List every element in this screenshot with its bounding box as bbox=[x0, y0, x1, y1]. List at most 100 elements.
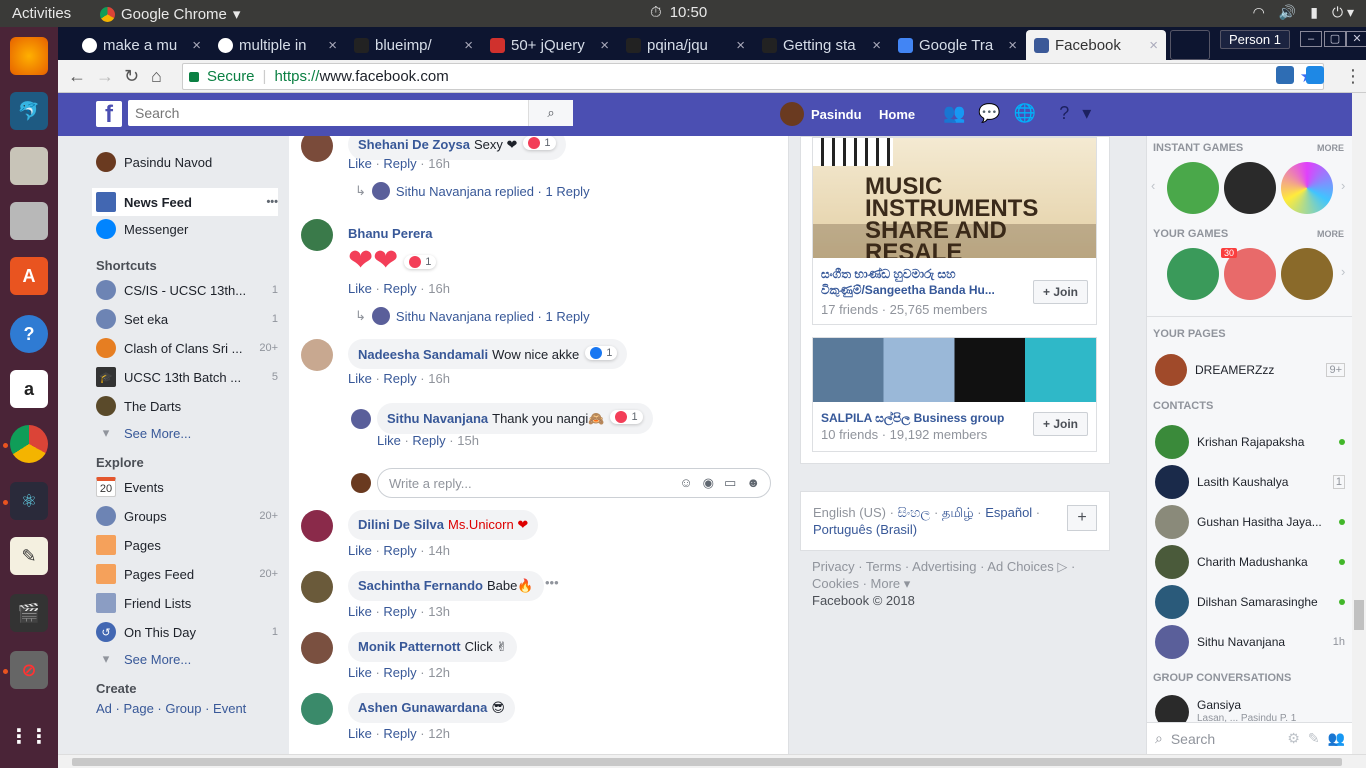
more-games-link[interactable]: MORE bbox=[1317, 143, 1344, 153]
like-link[interactable]: Like bbox=[348, 281, 372, 296]
file-manager-icon[interactable] bbox=[10, 202, 48, 240]
chevron-right-icon[interactable]: › bbox=[1341, 264, 1345, 279]
chrome-menu-icon[interactable]: ⋮ bbox=[1344, 66, 1362, 87]
group-cover-image[interactable] bbox=[813, 338, 1096, 402]
like-link[interactable]: Like bbox=[348, 726, 372, 741]
explore-item-events[interactable]: 20 Events bbox=[96, 475, 278, 499]
avatar[interactable] bbox=[301, 693, 333, 725]
facebook-logo-icon[interactable]: f bbox=[96, 101, 122, 128]
game-thumbnail[interactable] bbox=[1224, 162, 1276, 214]
explore-item-on-this-day[interactable]: ↺ On This Day 1 bbox=[96, 620, 278, 644]
group-cover-image[interactable]: MUSIC INSTRUMENTS SHARE AND RESALE bbox=[813, 138, 1096, 258]
tab[interactable]: Google Tra × bbox=[890, 30, 1025, 60]
more-games-link[interactable]: MORE bbox=[1317, 229, 1344, 239]
gif-icon[interactable]: ▭ bbox=[724, 475, 736, 491]
home-icon[interactable]: ⌂ bbox=[151, 66, 162, 87]
explore-item-friend-lists[interactable]: Friend Lists bbox=[96, 591, 278, 615]
game-thumbnail[interactable] bbox=[1281, 162, 1333, 214]
camera-icon[interactable]: ◉ bbox=[703, 475, 714, 491]
avatar[interactable] bbox=[351, 409, 371, 429]
create-group-icon[interactable]: 👥 bbox=[1328, 730, 1345, 747]
notifications-globe-icon[interactable]: 🌐 bbox=[1014, 103, 1036, 124]
commenter-name[interactable]: Shehani De Zoysa bbox=[358, 137, 470, 152]
explore-item-pages-feed[interactable]: Pages Feed 20+ bbox=[96, 562, 278, 586]
gear-icon[interactable]: ⚙ bbox=[1287, 730, 1300, 747]
activities-button[interactable]: Activities bbox=[12, 5, 71, 22]
tab-facebook[interactable]: Facebook × bbox=[1026, 30, 1166, 60]
see-more-explore[interactable]: ▾ See More... bbox=[96, 647, 278, 671]
tab[interactable]: make a mu × bbox=[74, 30, 209, 60]
shortcut-item[interactable]: Clash of Clans Sri ... 20+ bbox=[96, 336, 278, 360]
explore-item-groups[interactable]: Groups 20+ bbox=[96, 504, 278, 528]
reply-link[interactable]: Reply bbox=[383, 543, 416, 558]
view-replies-link[interactable]: ↳ Sithu Navanjana replied · 1 Reply bbox=[355, 307, 590, 325]
sidebar-item-profile[interactable]: Pasindu Navod bbox=[96, 150, 278, 174]
reply-link[interactable]: Reply bbox=[383, 156, 416, 171]
contact-item[interactable]: Charith Madushanka bbox=[1155, 544, 1345, 580]
sticker-icon[interactable]: ☻ bbox=[746, 475, 760, 491]
system-tray[interactable]: ◠ 🔊 ▮ ⏻ ▾ bbox=[1253, 4, 1354, 21]
reply-input[interactable]: Write a reply... ☺ ◉ ▭ ☻ bbox=[377, 468, 771, 498]
scrollbar-thumb[interactable] bbox=[72, 758, 1342, 766]
commenter-name[interactable]: Sithu Navanjana bbox=[387, 411, 488, 426]
forward-icon[interactable]: → bbox=[96, 66, 114, 87]
emoji-icon[interactable]: ☺ bbox=[679, 475, 692, 491]
language-link[interactable]: සිංහල bbox=[898, 505, 931, 520]
reply-link[interactable]: Reply bbox=[383, 665, 416, 680]
reaction-count[interactable]: 1 bbox=[523, 136, 556, 150]
video-editor-icon[interactable]: 🎬 bbox=[10, 594, 48, 632]
join-group-button[interactable]: + Join bbox=[1033, 412, 1088, 436]
like-link[interactable]: Like bbox=[348, 543, 372, 558]
page-item[interactable]: DREAMERZzz 9+ bbox=[1155, 352, 1345, 388]
shortcut-item[interactable]: CS/IS - UCSC 13th... 1 bbox=[96, 278, 278, 302]
messenger-icon[interactable]: 💬 bbox=[978, 103, 1000, 124]
reply-link[interactable]: Reply bbox=[383, 604, 416, 619]
reply-link[interactable]: Reply bbox=[383, 281, 416, 296]
close-icon[interactable]: × bbox=[464, 37, 481, 54]
close-icon[interactable]: × bbox=[1149, 37, 1166, 54]
more-options-icon[interactable]: ••• bbox=[266, 196, 278, 208]
close-window-icon[interactable]: ✕ bbox=[1346, 31, 1366, 47]
reaction-count[interactable]: 1 bbox=[404, 255, 437, 270]
reload-icon[interactable]: ↻ bbox=[124, 66, 139, 87]
text-editor-icon[interactable]: ✎ bbox=[10, 537, 48, 575]
contact-item[interactable]: Sithu Navanjana 1h bbox=[1155, 624, 1345, 660]
like-link[interactable]: Like bbox=[348, 156, 372, 171]
extension-s-icon[interactable] bbox=[1306, 66, 1324, 84]
avatar[interactable] bbox=[301, 136, 333, 162]
new-tab-button[interactable] bbox=[1170, 30, 1210, 60]
commenter-name[interactable]: Bhanu Perera bbox=[348, 226, 433, 241]
footer-links[interactable]: Privacy · Terms · Advertising · Ad Choic… bbox=[812, 558, 1102, 592]
reply-link[interactable]: Reply bbox=[383, 371, 416, 386]
see-more-shortcuts[interactable]: ▾ See More... bbox=[96, 421, 278, 445]
reaction-count[interactable]: 1 bbox=[610, 410, 643, 424]
tab[interactable]: 50+ jQuery × bbox=[482, 30, 617, 60]
chevron-right-icon[interactable]: › bbox=[1341, 178, 1345, 193]
close-icon[interactable]: × bbox=[600, 37, 617, 54]
vertical-scrollbar[interactable] bbox=[1352, 93, 1366, 754]
create-links[interactable]: Ad · Page · Group · Event bbox=[96, 701, 246, 716]
reply-link[interactable]: Reply bbox=[412, 433, 445, 448]
firefox-icon[interactable] bbox=[10, 37, 48, 75]
chat-search-input[interactable]: Search bbox=[1171, 731, 1215, 747]
tab[interactable]: multiple in × bbox=[210, 30, 345, 60]
search-icon[interactable]: ⌕ bbox=[528, 100, 573, 126]
like-link[interactable]: Like bbox=[348, 604, 372, 619]
help-icon[interactable]: ? bbox=[10, 315, 48, 353]
close-icon[interactable]: × bbox=[736, 37, 753, 54]
close-icon[interactable]: × bbox=[328, 37, 345, 54]
add-language-button[interactable]: + bbox=[1067, 505, 1097, 531]
tab[interactable]: pqina/jqu × bbox=[618, 30, 753, 60]
commenter-name[interactable]: Dilini De Silva bbox=[358, 517, 444, 532]
like-link[interactable]: Like bbox=[348, 371, 372, 386]
game-thumbnail[interactable] bbox=[1167, 162, 1219, 214]
software-center-icon[interactable]: A bbox=[10, 257, 48, 295]
language-link[interactable]: தமிழ் bbox=[942, 505, 974, 520]
show-apps-icon[interactable]: ⋮⋮ bbox=[9, 717, 49, 755]
profile-button[interactable]: Person 1 bbox=[1219, 30, 1290, 49]
game-thumbnail[interactable] bbox=[1167, 248, 1219, 300]
group-name[interactable]: සංගීත භාණ්ඩ හුවමාරු සහ විකුණුම්/Sangeeth… bbox=[821, 266, 1011, 298]
amazon-icon[interactable]: a bbox=[10, 370, 48, 408]
sidebar-item-news-feed[interactable]: News Feed ••• bbox=[92, 188, 278, 216]
help-icon[interactable]: ? bbox=[1059, 103, 1069, 124]
